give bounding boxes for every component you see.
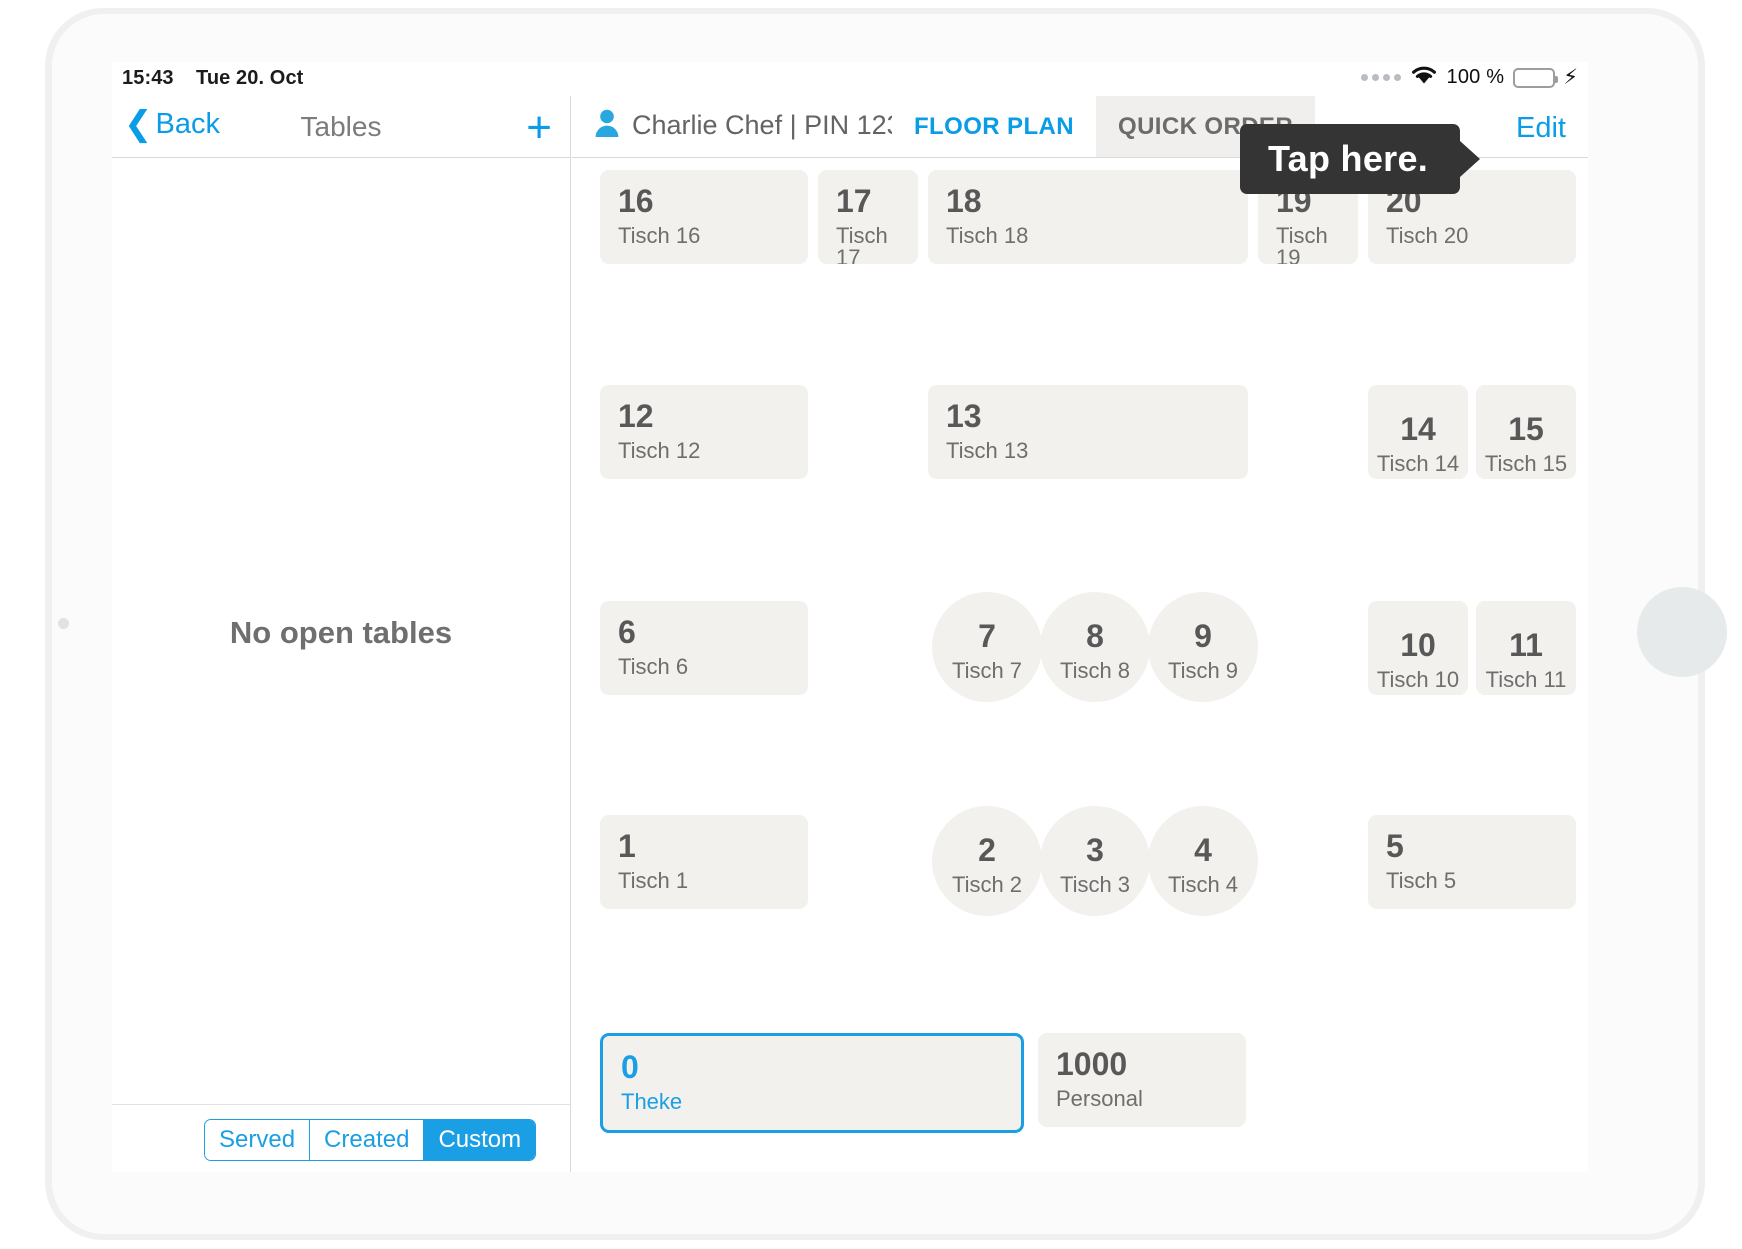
table-number: 15: [1508, 411, 1544, 447]
tooltip-callout: Tap here.: [1240, 124, 1481, 194]
table-name: Tisch 19: [1276, 223, 1328, 265]
floor-plan-table[interactable]: 15 Tisch 15: [1476, 385, 1576, 479]
floor-plan-table[interactable]: 0 Theke: [600, 1033, 1024, 1133]
floor-plan-table[interactable]: 1 Tisch 1: [600, 815, 808, 909]
edit-button[interactable]: Edit: [1516, 112, 1566, 145]
table-name: Tisch 7: [951, 658, 1023, 683]
table-name: Tisch 20: [1386, 223, 1469, 248]
floor-plan-table[interactable]: 16 Tisch 16: [600, 170, 808, 264]
table-number: 8: [1086, 618, 1104, 654]
segment-custom[interactable]: Custom: [424, 1120, 536, 1160]
table-number: 1: [618, 828, 636, 864]
floor-plan-table[interactable]: 13 Tisch 13: [928, 385, 1248, 479]
battery-icon: [1513, 67, 1559, 88]
table-name: Tisch 8: [1059, 658, 1131, 683]
table-number: 3: [1086, 832, 1104, 868]
filter-segmented-control[interactable]: Served Created Custom: [204, 1119, 537, 1161]
empty-state: No open tables: [112, 158, 570, 1108]
battery-cap: [1555, 75, 1559, 83]
table-number: 13: [946, 398, 982, 434]
table-number: 17: [836, 183, 872, 219]
table-number: 0: [621, 1049, 639, 1085]
table-name: Tisch 16: [618, 223, 701, 248]
table-name: Tisch 11: [1485, 667, 1567, 692]
floor-plan-table[interactable]: 3 Tisch 3: [1040, 806, 1150, 916]
home-button[interactable]: [1637, 587, 1727, 677]
table-number: 7: [978, 618, 996, 654]
table-name: Tisch 5: [1386, 868, 1457, 893]
floor-plan-table[interactable]: 11 Tisch 11: [1476, 601, 1576, 695]
person-icon: [594, 108, 620, 143]
table-number: 1000: [1056, 1046, 1128, 1082]
table-name: Tisch 18: [946, 223, 1029, 248]
table-name: Tisch 15: [1484, 451, 1568, 476]
table-name: Tisch 9: [1167, 658, 1239, 683]
status-time: 15:43: [122, 67, 174, 89]
table-name: Tisch 17: [836, 223, 888, 265]
left-footer-toolbar: Served Created Custom: [112, 1104, 668, 1172]
left-pane: ❮ Back Tables + No open tables Served Cr…: [112, 96, 668, 1172]
table-number: 2: [978, 832, 996, 868]
user-label: Charlie Chef | PIN 1234: [632, 110, 917, 140]
right-pane: Charlie Chef | PIN 1234 FLOOR PLAN QUICK…: [572, 96, 1588, 1172]
status-indicators: 100 % ⚡: [1360, 64, 1578, 91]
tooltip-arrow-icon: [1460, 141, 1481, 177]
add-button[interactable]: +: [526, 106, 552, 150]
table-name: Tisch 4: [1167, 872, 1239, 897]
floor-plan-table[interactable]: 2 Tisch 2: [932, 806, 1042, 916]
left-navigation-bar: ❮ Back Tables +: [112, 96, 570, 158]
table-name: Theke: [621, 1089, 683, 1114]
table-number: 16: [618, 183, 654, 219]
table-name: Tisch 1: [618, 868, 689, 893]
table-name: Tisch 2: [951, 872, 1023, 897]
floor-plan-table[interactable]: 8 Tisch 8: [1040, 592, 1150, 702]
battery-percent-label: 100 %: [1446, 66, 1505, 88]
floor-plan-table[interactable]: 4 Tisch 4: [1148, 806, 1258, 916]
table-number: 10: [1400, 627, 1436, 663]
floor-plan-table[interactable]: 5 Tisch 5: [1368, 815, 1576, 909]
floor-plan-table[interactable]: 12 Tisch 12: [600, 385, 808, 479]
table-name: Tisch 3: [1059, 872, 1131, 897]
wifi-icon: [1410, 64, 1438, 91]
table-name: Personal: [1056, 1086, 1143, 1111]
segment-served[interactable]: Served: [205, 1120, 311, 1160]
table-number: 5: [1386, 828, 1404, 864]
table-number: 6: [618, 614, 636, 650]
table-name: Tisch 6: [618, 654, 689, 679]
table-number: 4: [1194, 832, 1212, 868]
floor-plan-canvas: 16 Tisch 16 17 Tisch 17 18 Tisch 18 19 Tisch 19…: [572, 158, 1588, 1172]
table-name: Tisch 10: [1376, 667, 1460, 692]
table-number: 18: [946, 183, 982, 219]
tablet-screen: 15:43 Tue 20. Oct 100 % ⚡ ❮ Back Tables …: [112, 62, 1588, 1172]
floor-plan-table[interactable]: 18 Tisch 18: [928, 170, 1248, 264]
floor-plan-table[interactable]: 17 Tisch 17: [818, 170, 918, 264]
signal-dots-icon: [1360, 74, 1401, 81]
table-name: Tisch 14: [1376, 451, 1460, 476]
floor-plan-table[interactable]: 14 Tisch 14: [1368, 385, 1468, 479]
status-date: Tue 20. Oct: [196, 67, 304, 89]
table-number: 11: [1509, 627, 1543, 663]
floor-plan-table[interactable]: 10 Tisch 10: [1368, 601, 1468, 695]
tab-floor-plan[interactable]: FLOOR PLAN: [892, 96, 1096, 157]
user-button[interactable]: Charlie Chef | PIN 1234: [594, 108, 917, 143]
table-name: Tisch 12: [618, 438, 701, 463]
lightning-bolt-icon: ⚡: [1563, 66, 1578, 89]
page-title: Tables: [300, 111, 382, 142]
floor-plan-table[interactable]: 6 Tisch 6: [600, 601, 808, 695]
status-bar: 15:43 Tue 20. Oct 100 % ⚡: [112, 62, 1588, 96]
floor-plan-table[interactable]: 7 Tisch 7: [932, 592, 1042, 702]
front-camera-dot: [58, 618, 69, 629]
table-number: 9: [1194, 618, 1212, 654]
table-number: 12: [618, 398, 654, 434]
table-number: 14: [1400, 411, 1436, 447]
tooltip-text: Tap here.: [1268, 138, 1429, 179]
right-navigation-bar: Charlie Chef | PIN 1234 FLOOR PLAN QUICK…: [572, 96, 1588, 194]
floor-plan-table[interactable]: 9 Tisch 9: [1148, 592, 1258, 702]
empty-state-text: No open tables: [229, 615, 453, 650]
table-name: Tisch 13: [946, 438, 1029, 463]
floor-plan-table[interactable]: 1000 Personal: [1038, 1033, 1246, 1127]
segment-created[interactable]: Created: [310, 1120, 425, 1160]
